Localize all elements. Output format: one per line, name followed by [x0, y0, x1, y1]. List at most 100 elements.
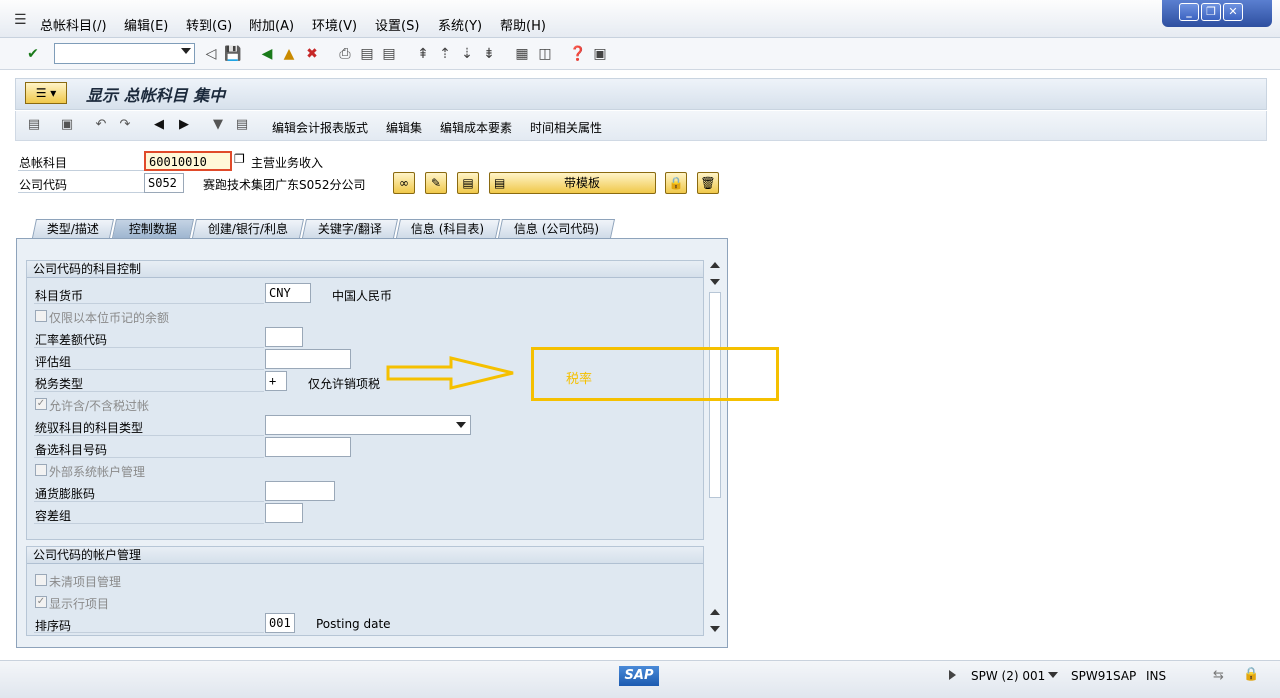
undo-icon[interactable]: ↶	[92, 116, 110, 134]
help-icon[interactable]: ❓	[569, 45, 587, 63]
find-icon[interactable]: ▤	[358, 45, 376, 63]
tab-keyword-translation-label: 关键字/翻译	[317, 222, 382, 236]
tab-keyword-translation[interactable]: 关键字/翻译	[301, 219, 399, 238]
tab-create-bank-interest[interactable]: 创建/银行/利息	[191, 219, 305, 238]
posting-without-tax-checkbox[interactable]: ✓	[35, 398, 47, 410]
gl-account-description: 主营业务收入	[251, 156, 324, 170]
minimize-icon[interactable]: _	[1179, 3, 1199, 21]
back-arrow-icon[interactable]: ◁	[202, 45, 220, 63]
print-icon[interactable]: ⎙	[336, 45, 354, 63]
page-title: 显示 总帐科目 集中	[86, 86, 226, 105]
scroll-down-icon[interactable]	[710, 279, 720, 285]
application-toolbar	[15, 111, 1267, 141]
document-icon[interactable]: ▤	[233, 116, 251, 134]
sap-logo: SAP	[619, 666, 659, 686]
copy-icon[interactable]: ❐	[234, 152, 245, 166]
annotation-arrow-icon	[386, 356, 514, 390]
company-code-input[interactable]: S052	[144, 173, 184, 193]
edit-pencil-icon[interactable]: ✎	[425, 172, 447, 194]
tax-category-input[interactable]: +	[265, 371, 287, 391]
account-currency-input[interactable]: CNY	[265, 283, 311, 303]
valuation-group-label: 评估组	[35, 355, 72, 369]
other-object-icon[interactable]: ▤	[25, 116, 43, 134]
display-change-icon[interactable]: ∞	[393, 172, 415, 194]
line-item-display-label: 显示行项目	[49, 597, 110, 611]
tolerance-group-input[interactable]	[265, 503, 303, 523]
menu-goto[interactable]: 转到(G)	[186, 15, 232, 34]
new-session-icon[interactable]: ▦	[513, 45, 531, 63]
prev-item-icon[interactable]: ◀	[150, 116, 168, 134]
menu-settings[interactable]: 设置(S)	[375, 15, 419, 34]
vertical-scrollbar[interactable]	[707, 256, 723, 636]
tab-info-chart[interactable]: 信息 (科目表)	[395, 219, 501, 238]
shortcut-icon[interactable]: ◫	[536, 45, 554, 63]
gl-account-input[interactable]: 60010010	[144, 151, 232, 171]
menu-extras[interactable]: 附加(A)	[249, 15, 294, 34]
chevron-down-icon[interactable]	[456, 422, 466, 428]
prev-page-icon[interactable]: ⇡	[436, 45, 454, 63]
valuation-group-input[interactable]	[265, 349, 351, 369]
line-item-display-checkbox[interactable]: ✓	[35, 596, 47, 608]
scroll-down-icon[interactable]	[710, 626, 720, 632]
scroll-up-icon[interactable]	[710, 609, 720, 615]
tab-create-bank-interest-label: 创建/银行/利息	[207, 222, 288, 236]
status-expand-icon[interactable]	[949, 670, 956, 680]
tab-control-data[interactable]: 控制数据	[111, 219, 195, 238]
back-icon[interactable]: ◀	[258, 45, 276, 63]
alt-account-input[interactable]	[265, 437, 351, 457]
restore-icon[interactable]: ❐	[1201, 3, 1221, 21]
first-page-icon[interactable]: ⇞	[414, 45, 432, 63]
tab-control-data-label: 控制数据	[128, 222, 177, 236]
system-info: SPW (2) 001	[971, 669, 1046, 683]
find-next-icon[interactable]: ▤	[380, 45, 398, 63]
edit-set-button[interactable]: 编辑集	[386, 119, 422, 136]
menu-app-icon[interactable]: ☰	[14, 12, 27, 28]
tab-type-description-label: 类型/描述	[46, 222, 99, 236]
menu-system[interactable]: 系统(Y)	[438, 15, 482, 34]
menu-environment[interactable]: 环境(V)	[312, 15, 357, 34]
tab-info-company-code[interactable]: 信息 (公司代码)	[497, 219, 616, 238]
time-attributes-button[interactable]: 时间相关属性	[530, 119, 602, 136]
layout-menu-icon[interactable]: ▣	[591, 45, 609, 63]
where-used-icon[interactable]: ▼	[209, 116, 227, 134]
edit-cost-element-button[interactable]: 编辑成本要素	[440, 119, 512, 136]
local-currency-only-checkbox[interactable]	[35, 310, 47, 322]
exchange-diff-input[interactable]	[265, 327, 303, 347]
row-line	[34, 435, 264, 436]
external-mgmt-checkbox[interactable]	[35, 464, 47, 476]
next-item-icon[interactable]: ▶	[175, 116, 193, 134]
recon-account-select[interactable]	[265, 415, 471, 435]
menu-help[interactable]: 帮助(H)	[500, 15, 546, 34]
tax-category-label: 税务类型	[35, 377, 84, 391]
delete-icon[interactable]: 🗑	[697, 172, 719, 194]
tab-type-description[interactable]: 类型/描述	[31, 219, 115, 238]
exit-icon[interactable]: ▲	[280, 45, 298, 63]
next-page-icon[interactable]: ⇣	[458, 45, 476, 63]
close-icon[interactable]: ✕	[1223, 3, 1243, 21]
local-currency-only-label: 仅限以本位币记的余额	[49, 311, 170, 325]
hierarchy-icon[interactable]: ▣	[58, 116, 76, 134]
cancel-icon[interactable]: ✖	[303, 45, 321, 63]
menu-toggle-icon[interactable]: ☰ ▾	[25, 82, 67, 104]
chevron-down-icon[interactable]	[1048, 672, 1058, 678]
sort-key-input[interactable]: 001	[265, 613, 295, 633]
edit-fs-version-button[interactable]: 编辑会计报表版式	[272, 119, 368, 136]
redo-icon[interactable]: ↷	[116, 116, 134, 134]
security-lock-icon[interactable]: 🔒	[1243, 667, 1259, 682]
enter-icon[interactable]: ✔	[24, 45, 42, 63]
open-item-checkbox[interactable]	[35, 574, 47, 586]
menu-gl-account[interactable]: 总帐科目(/)	[40, 15, 107, 34]
lock-icon[interactable]: 🔒	[665, 172, 687, 194]
tolerance-group-label: 容差组	[35, 509, 72, 523]
create-icon[interactable]: ▤	[457, 172, 479, 194]
inflation-key-input[interactable]	[265, 481, 335, 501]
chevron-down-icon[interactable]	[181, 48, 191, 54]
scroll-up-icon[interactable]	[710, 262, 720, 268]
command-field[interactable]	[54, 43, 195, 64]
menu-edit[interactable]: 编辑(E)	[124, 15, 168, 34]
sort-key-description: Posting date	[316, 617, 391, 631]
posting-without-tax-label: 允许含/不含税过帐	[49, 399, 150, 413]
with-template-button[interactable]: ▤ 带模板	[489, 172, 656, 194]
last-page-icon[interactable]: ⇟	[480, 45, 498, 63]
save-icon[interactable]: 💾	[224, 45, 242, 63]
